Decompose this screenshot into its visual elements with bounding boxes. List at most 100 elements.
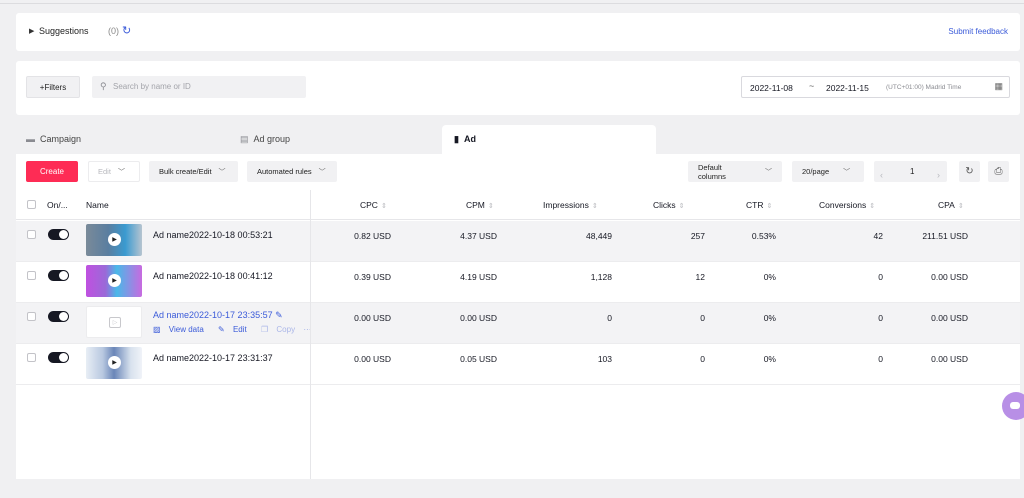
page-number[interactable]: 1 bbox=[910, 167, 914, 176]
view-data-label: View data bbox=[168, 325, 204, 334]
header-impressions-label: Impressions bbox=[543, 200, 589, 210]
cell-clicks: 12 bbox=[695, 272, 705, 282]
status-toggle[interactable] bbox=[48, 352, 69, 363]
cell-conversions: 0 bbox=[878, 272, 883, 282]
cell-cpa: 0.00 USD bbox=[931, 354, 968, 364]
table-row[interactable]: ▷ Ad name2022-10-17 23:35:57 ✎ ▨ View da… bbox=[16, 303, 1020, 344]
bulk-create-edit-dropdown[interactable]: Bulk create/Edit ﹀ bbox=[149, 161, 238, 182]
copy-link[interactable]: ❐ Copy ⋯ bbox=[261, 325, 317, 334]
refresh-icon[interactable]: ↻ bbox=[122, 24, 131, 37]
expand-caret-icon[interactable]: ▶ bbox=[29, 27, 34, 35]
next-page-icon[interactable]: › bbox=[937, 170, 940, 180]
header-cpa-label: CPA bbox=[938, 200, 955, 210]
cell-cpc: 0.82 USD bbox=[354, 231, 391, 241]
row-checkbox[interactable] bbox=[27, 312, 36, 321]
search-input[interactable]: ⚲ Search by name or ID bbox=[92, 76, 306, 98]
prev-page-icon[interactable]: ‹ bbox=[880, 170, 883, 180]
chat-bubble-button[interactable] bbox=[1002, 392, 1024, 420]
sort-icon[interactable]: ⇕ bbox=[488, 203, 494, 210]
row-checkbox[interactable] bbox=[27, 230, 36, 239]
submit-feedback-link[interactable]: Submit feedback bbox=[948, 27, 1008, 36]
columns-dropdown[interactable]: Default columns ﹀ bbox=[688, 161, 782, 182]
ad-name[interactable]: Ad name2022-10-17 23:31:37 bbox=[153, 353, 273, 363]
suggestions-title[interactable]: Suggestions bbox=[39, 26, 89, 36]
ad-name[interactable]: Ad name2022-10-18 00:41:12 bbox=[153, 271, 273, 281]
filter-bar: +Filters ⚲ Search by name or ID 2022-11-… bbox=[16, 61, 1020, 115]
columns-label: Default columns bbox=[698, 162, 726, 181]
sort-icon[interactable]: ⇕ bbox=[958, 203, 964, 210]
cell-cpm: 0.05 USD bbox=[460, 354, 497, 364]
table-row[interactable]: ▶ Ad name2022-10-18 00:53:21 0.82 USD 4.… bbox=[16, 221, 1020, 262]
sort-icon[interactable]: ⇕ bbox=[869, 203, 875, 210]
header-conversions[interactable]: Conversions ⇕ bbox=[819, 200, 875, 210]
ad-thumbnail[interactable]: ▶ bbox=[86, 265, 142, 297]
header-ctr-label: CTR bbox=[746, 200, 764, 210]
date-start[interactable]: 2022-11-08 bbox=[750, 83, 793, 93]
tab-ad-group[interactable]: ▤ Ad group bbox=[240, 125, 290, 153]
status-toggle[interactable] bbox=[48, 229, 69, 240]
row-checkbox[interactable] bbox=[27, 271, 36, 280]
select-all-checkbox[interactable] bbox=[27, 200, 36, 209]
top-divider bbox=[0, 3, 1024, 4]
automated-label: Automated rules bbox=[257, 167, 312, 176]
tab-ad[interactable]: ▮ Ad bbox=[454, 125, 476, 153]
view-data-link[interactable]: ▨ View data bbox=[153, 325, 210, 334]
header-ctr[interactable]: CTR ⇕ bbox=[746, 200, 772, 210]
sort-icon[interactable]: ⇕ bbox=[766, 203, 772, 210]
table-row[interactable]: ▶ Ad name2022-10-18 00:41:12 0.39 USD 4.… bbox=[16, 262, 1020, 303]
pencil-icon[interactable]: ✎ bbox=[275, 310, 283, 320]
header-cpm[interactable]: CPM ⇕ bbox=[466, 200, 494, 210]
sort-icon[interactable]: ⇕ bbox=[592, 203, 598, 210]
ad-name[interactable]: Ad name2022-10-17 23:35:57 ✎ bbox=[153, 310, 283, 321]
refresh-table-button[interactable]: ↻ bbox=[959, 161, 980, 182]
calendar-icon[interactable]: ▦ bbox=[994, 81, 1003, 92]
cell-clicks: 257 bbox=[690, 231, 705, 241]
play-icon: ▶ bbox=[108, 233, 121, 246]
suggestions-bar: ▶ Suggestions (0) ↻ Submit feedback bbox=[16, 13, 1020, 51]
status-toggle[interactable] bbox=[48, 311, 69, 322]
tab-ad-group-label: Ad group bbox=[253, 134, 291, 144]
automated-rules-dropdown[interactable]: Automated rules ﹀ bbox=[247, 161, 337, 182]
date-end[interactable]: 2022-11-15 bbox=[826, 83, 869, 93]
page-size-dropdown[interactable]: 20/page ﹀ bbox=[792, 161, 864, 182]
sort-icon[interactable]: ⇕ bbox=[381, 203, 387, 210]
copy-label: Copy bbox=[276, 325, 296, 334]
date-range-picker[interactable]: 2022-11-08 ~ 2022-11-15 (UTC+01:00) Madr… bbox=[741, 76, 1010, 98]
chevron-down-icon: ﹀ bbox=[843, 168, 851, 176]
table-row[interactable]: ▶ Ad name2022-10-17 23:31:37 0.00 USD 0.… bbox=[16, 344, 1020, 385]
edit-dropdown[interactable]: Edit ﹀ bbox=[88, 161, 140, 182]
cell-cpm: 4.19 USD bbox=[460, 272, 497, 282]
tab-campaign[interactable]: ▬ Campaign bbox=[26, 125, 81, 153]
page-size-label: 20/page bbox=[802, 167, 830, 176]
header-cpc[interactable]: CPC ⇕ bbox=[360, 200, 387, 210]
cell-cpc: 0.00 USD bbox=[354, 313, 391, 323]
export-button[interactable]: ⎙ bbox=[988, 161, 1009, 182]
header-onoff[interactable]: On/... bbox=[47, 200, 68, 210]
cell-cpa: 211.51 USD bbox=[922, 231, 968, 241]
ad-thumbnail[interactable]: ▶ bbox=[86, 347, 142, 379]
filters-button[interactable]: +Filters bbox=[26, 76, 80, 98]
create-button[interactable]: Create bbox=[26, 161, 78, 182]
chevron-down-icon: ﹀ bbox=[765, 168, 772, 176]
video-placeholder-icon: ▷ bbox=[109, 317, 121, 328]
cell-cpm: 4.37 USD bbox=[460, 231, 497, 241]
cell-clicks: 0 bbox=[700, 354, 705, 364]
cell-ctr: 0.53% bbox=[751, 231, 776, 241]
header-clicks[interactable]: Clicks ⇕ bbox=[653, 200, 685, 210]
header-impressions[interactable]: Impressions ⇕ bbox=[543, 200, 598, 210]
ad-thumbnail[interactable]: ▶ bbox=[86, 224, 142, 256]
header-name[interactable]: Name bbox=[86, 200, 109, 210]
sort-icon[interactable]: ⇕ bbox=[679, 203, 685, 210]
grid-icon: ▤ bbox=[240, 133, 249, 144]
frozen-column-divider bbox=[310, 190, 311, 479]
chevron-down-icon: ﹀ bbox=[117, 168, 125, 176]
row-checkbox[interactable] bbox=[27, 353, 36, 362]
toggle-knob bbox=[59, 271, 68, 280]
header-clicks-label: Clicks bbox=[653, 200, 676, 210]
chevron-down-icon: ﹀ bbox=[218, 168, 226, 176]
edit-link[interactable]: ✎ Edit bbox=[218, 325, 253, 334]
status-toggle[interactable] bbox=[48, 270, 69, 281]
ad-thumbnail-placeholder[interactable]: ▷ bbox=[86, 306, 142, 338]
header-cpa[interactable]: CPA ⇕ bbox=[938, 200, 964, 210]
ad-name[interactable]: Ad name2022-10-18 00:53:21 bbox=[153, 230, 273, 240]
